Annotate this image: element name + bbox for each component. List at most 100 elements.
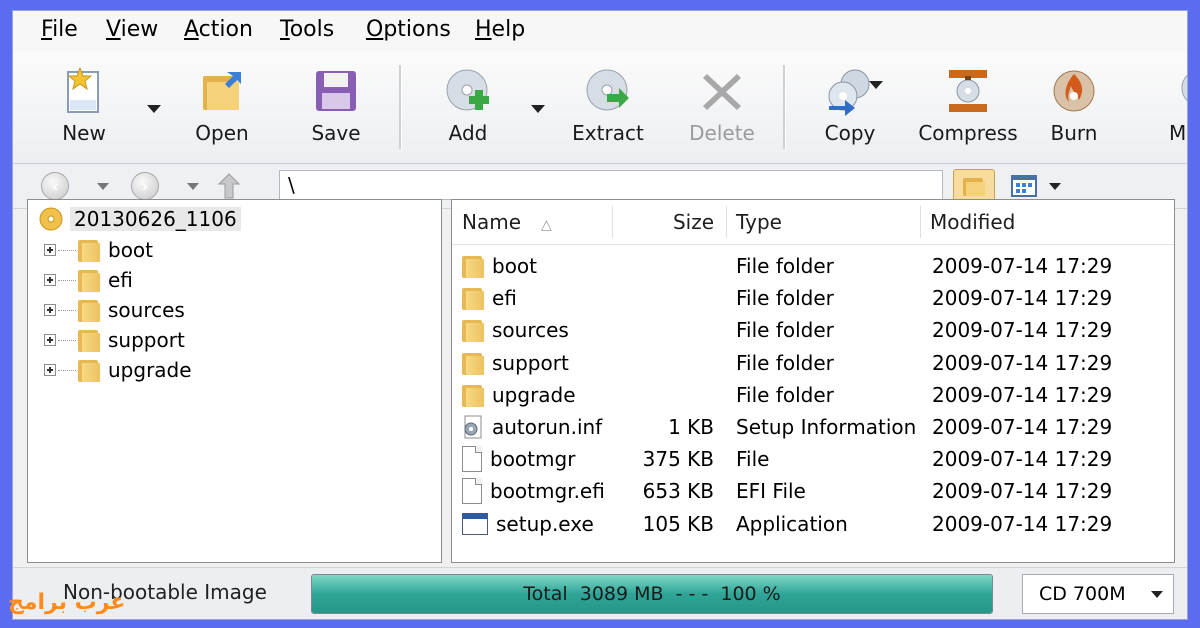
tree-item-label: support [108, 328, 185, 352]
table-row[interactable]: boot File folder 2009-07-14 17:29 [452, 250, 1174, 282]
file-name: efi [492, 286, 517, 311]
save-button-label: Save [311, 121, 361, 145]
tree-root[interactable]: 20130626_1106 [38, 206, 241, 232]
view-mode-dropdown[interactable] [1049, 183, 1061, 190]
folder-view-icon [963, 178, 985, 196]
copy-button[interactable]: Copy [805, 59, 895, 154]
cell-name: boot [462, 250, 537, 282]
burn-button[interactable]: Burn [1029, 59, 1119, 154]
folder-view-button[interactable] [953, 169, 995, 203]
cell-name: bootmgr.efi [462, 475, 605, 507]
folder-icon [78, 238, 100, 262]
toolbar-separator [399, 65, 402, 149]
menu-options[interactable]: Options [366, 17, 451, 42]
file-modified: 2009-07-14 17:29 [932, 511, 1113, 536]
grid-view-icon [1011, 175, 1037, 197]
file-modified: 2009-07-14 17:29 [932, 318, 1113, 343]
table-row[interactable]: support File folder 2009-07-14 17:29 [452, 347, 1174, 379]
file-type: File folder [736, 286, 834, 311]
open-button[interactable]: Open [177, 59, 267, 154]
forward-history-dropdown[interactable] [187, 183, 199, 190]
folder-icon [462, 383, 484, 407]
expand-icon[interactable] [44, 274, 56, 286]
compress-button-label: Compress [918, 121, 1018, 145]
file-modified: 2009-07-14 17:29 [932, 350, 1113, 375]
save-button[interactable]: Save [291, 59, 381, 154]
table-row[interactable]: setup.exe 105 KB Application 2009-07-14 17:… [452, 508, 1174, 540]
menu-view-mnemonic: V [106, 17, 121, 42]
column-divider[interactable] [612, 206, 613, 238]
cell-name: upgrade [462, 379, 576, 411]
file-type: File folder [736, 382, 834, 407]
expand-icon[interactable] [44, 244, 56, 256]
expand-icon[interactable] [44, 364, 56, 376]
cell-name: sources [462, 314, 569, 346]
file-size: 375 KB [642, 447, 714, 472]
tree-item-boot[interactable]: boot [44, 235, 153, 265]
table-row[interactable]: efi File folder 2009-07-14 17:29 [452, 282, 1174, 314]
table-row[interactable]: bootmgr 375 KB File 2009-07-14 17:29 [452, 443, 1174, 475]
tree-item-upgrade[interactable]: upgrade [44, 355, 192, 385]
extract-button[interactable]: Extract [563, 59, 653, 154]
column-header-modified[interactable]: Modified [930, 200, 1015, 244]
watermark-logo: عرب برامج [8, 590, 126, 615]
menu-help[interactable]: Help [475, 17, 525, 42]
add-disc-icon [442, 65, 494, 117]
media-size-select[interactable]: CD 700M [1022, 574, 1174, 614]
tree-item-label: upgrade [108, 358, 192, 382]
copy-disc-icon [824, 65, 876, 117]
forward-arrow-icon[interactable]: › [131, 172, 159, 200]
menu-action-rest: ction [198, 17, 253, 42]
up-arrow-icon[interactable] [215, 170, 245, 202]
tree-item-sources[interactable]: sources [44, 295, 185, 325]
menu-action[interactable]: Action [184, 17, 253, 42]
file-size: 105 KB [642, 511, 714, 536]
expand-icon[interactable] [44, 334, 56, 346]
tree-item-efi[interactable]: efi [44, 265, 133, 295]
application-icon [462, 512, 488, 535]
folder-icon [462, 286, 484, 311]
folder-tree: 20130626_1106 boot efi sources support u… [27, 199, 442, 563]
compress-button[interactable]: Compress [918, 59, 1018, 154]
menu-view[interactable]: View [106, 17, 158, 42]
new-button[interactable]: New [39, 59, 129, 154]
tree-item-label: sources [108, 298, 185, 322]
menu-file-rest: ile [52, 17, 78, 42]
add-dropdown-arrow[interactable] [531, 105, 545, 113]
sort-ascending-icon: △ [541, 217, 552, 233]
add-button[interactable]: Add [423, 59, 513, 154]
tree-connector [58, 369, 76, 371]
table-row[interactable]: upgrade File folder 2009-07-14 17:29 [452, 379, 1174, 411]
table-row[interactable]: sources File folder 2009-07-14 17:29 [452, 314, 1174, 346]
menu-help-mnemonic: H [475, 17, 492, 42]
tree-item-label: efi [108, 268, 133, 292]
menu-tools[interactable]: Tools [280, 17, 334, 42]
tree-item-support[interactable]: support [44, 325, 185, 355]
cell-name: support [462, 347, 569, 379]
file-type: Application [736, 511, 848, 536]
column-header-type[interactable]: Type [736, 200, 782, 244]
file-type: EFI File [736, 479, 806, 504]
new-dropdown-arrow[interactable] [147, 105, 161, 113]
menu-view-rest: iew [120, 17, 159, 42]
column-header-name[interactable]: Name △ [462, 200, 552, 244]
column-header-size[interactable]: Size [632, 200, 714, 244]
back-arrow-icon[interactable]: ‹ [41, 172, 69, 200]
view-mode-button[interactable] [1003, 169, 1045, 203]
table-row[interactable]: autorun.inf 1 KB Setup Information 2009-07-… [452, 411, 1174, 443]
copy-dropdown-arrow[interactable] [869, 81, 883, 89]
column-name-label: Name [462, 210, 522, 234]
column-divider[interactable] [920, 206, 921, 238]
cell-name: setup.exe [462, 508, 594, 540]
more-button-partial[interactable]: M [1139, 59, 1187, 154]
column-divider[interactable] [726, 206, 727, 238]
expand-icon[interactable] [44, 304, 56, 316]
delete-button[interactable]: Delete [677, 59, 767, 154]
column-type-label: Type [736, 210, 782, 234]
back-history-dropdown[interactable] [97, 183, 109, 190]
file-modified: 2009-07-14 17:29 [932, 382, 1113, 407]
menu-file[interactable]: File [41, 17, 78, 42]
path-input[interactable]: \ [279, 170, 943, 200]
table-row[interactable]: bootmgr.efi 653 KB EFI File 2009-07-14 17:2… [452, 475, 1174, 507]
folder-icon [78, 268, 100, 292]
